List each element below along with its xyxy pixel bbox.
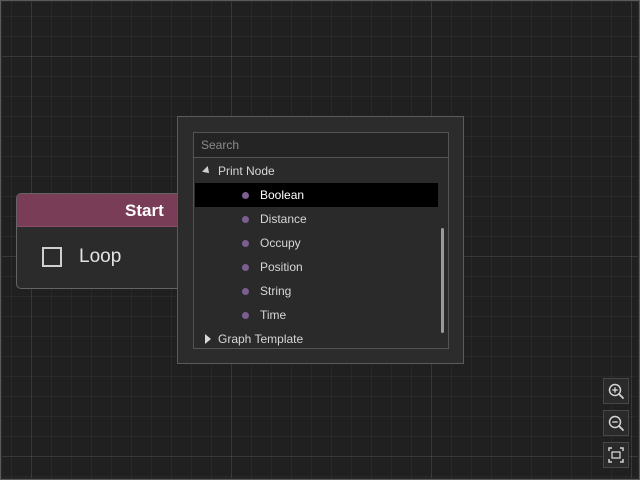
node-tree: Print Node Boolean Distance Occupy Posit… [193, 158, 449, 349]
bullet-icon [242, 240, 249, 247]
loop-label: Loop [79, 246, 122, 267]
caret-right-icon[interactable] [203, 327, 213, 351]
tree-item-occupy[interactable]: Occupy [195, 231, 438, 255]
scrollbar[interactable] [441, 228, 444, 333]
tree-group-graph-template[interactable]: Graph Template [195, 327, 438, 351]
bullet-icon [242, 288, 249, 295]
bullet-icon [242, 216, 249, 223]
fit-view-icon [608, 447, 624, 463]
tree-item-label: Position [260, 260, 303, 274]
tree-item-distance[interactable]: Distance [195, 207, 438, 231]
node-title: Start [125, 201, 164, 220]
tree-group-print-node[interactable]: Print Node [195, 159, 438, 183]
zoom-in-icon [608, 383, 624, 399]
tree-item-position[interactable]: Position [195, 255, 438, 279]
tree-item-label: String [260, 284, 292, 298]
tree-item-time[interactable]: Time [195, 303, 438, 327]
fit-view-button[interactable] [603, 442, 629, 468]
zoom-out-button[interactable] [603, 410, 629, 436]
bullet-icon [242, 264, 249, 271]
tree-group-label: Graph Template [218, 332, 304, 346]
tree-group-label: Print Node [218, 164, 275, 178]
tree-item-label: Occupy [260, 236, 301, 250]
tree-item-label: Distance [260, 212, 307, 226]
tree-item-string[interactable]: String [195, 279, 438, 303]
tree-item-label: Time [260, 308, 287, 322]
zoom-out-icon [608, 415, 624, 431]
caret-down-icon[interactable] [203, 159, 213, 183]
search-input[interactable] [193, 132, 449, 158]
zoom-in-button[interactable] [603, 378, 629, 404]
bullet-icon [242, 312, 249, 319]
graph-canvas[interactable]: Start Loop Print Node Boolean Distance [0, 0, 640, 480]
tree-item-label: Boolean [260, 188, 305, 202]
loop-checkbox[interactable] [42, 247, 62, 267]
tree-item-boolean[interactable]: Boolean [195, 183, 438, 207]
bullet-icon [242, 192, 249, 199]
node-search-popup: Print Node Boolean Distance Occupy Posit… [177, 116, 464, 364]
